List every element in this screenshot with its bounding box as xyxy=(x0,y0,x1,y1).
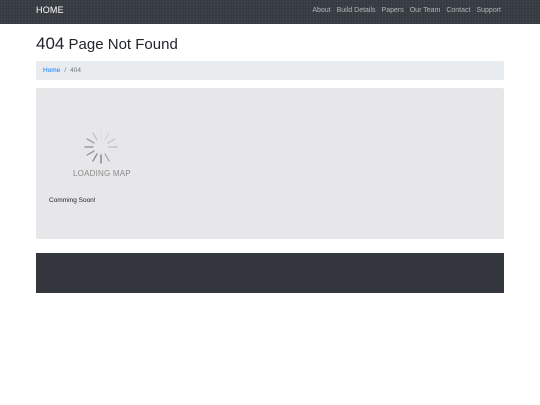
footer xyxy=(36,253,504,293)
brand-home-link[interactable]: HOME xyxy=(36,5,64,15)
coming-soon-message: Comming Soon! xyxy=(49,197,96,204)
nav-link-about[interactable]: About xyxy=(312,7,330,14)
page-title: 404 Page Not Found xyxy=(36,34,178,54)
loading-map-text: LOADING MAP xyxy=(73,169,131,178)
map-panel: LOADING MAP Comming Soon! xyxy=(36,88,504,239)
nav-link-build-details[interactable]: Build Details xyxy=(337,7,376,14)
top-navbar: HOME About Build Details Papers Our Team… xyxy=(0,0,540,24)
nav-link-contact[interactable]: Contact xyxy=(446,7,470,14)
nav-link-support[interactable]: Support xyxy=(476,7,501,14)
breadcrumb-current: 404 xyxy=(70,67,82,74)
breadcrumb-separator: / xyxy=(64,67,67,74)
breadcrumb-home-link[interactable]: Home xyxy=(43,67,60,74)
nav-link-our-team[interactable]: Our Team xyxy=(410,7,441,14)
nav-link-papers[interactable]: Papers xyxy=(382,7,404,14)
error-code: 404 xyxy=(36,34,65,53)
nav-links: About Build Details Papers Our Team Cont… xyxy=(312,7,501,14)
error-title: Page Not Found xyxy=(68,36,178,53)
breadcrumb: Home / 404 xyxy=(36,61,504,80)
loading-spinner-icon xyxy=(84,130,118,164)
